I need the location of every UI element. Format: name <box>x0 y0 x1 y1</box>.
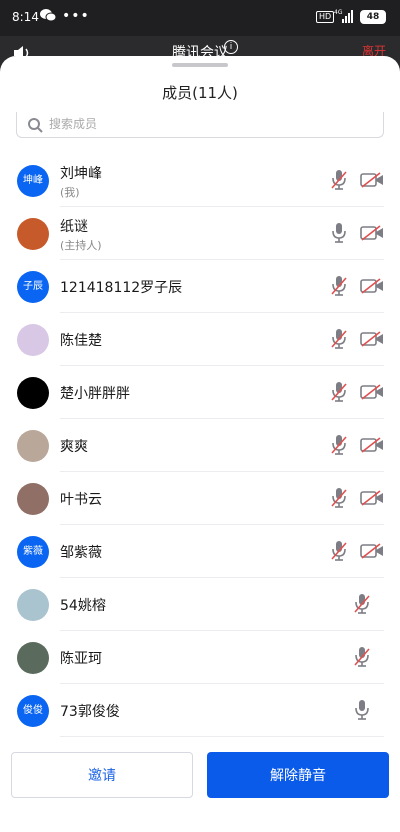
member-row[interactable]: 紫薇 邹紫薇 <box>0 525 400 578</box>
mic-muted-icon[interactable] <box>352 646 372 668</box>
member-row[interactable]: 陈亚珂 <box>0 631 400 684</box>
camera-off-icon[interactable] <box>360 224 384 242</box>
member-row[interactable]: 纸谜 (主持人) <box>0 207 400 260</box>
avatar: 坤峰 <box>17 165 49 197</box>
members-sheet: 成员(11人) 坤峰刘坤峰 (我) 纸谜 (主持人) 子辰 121418112罗子辰陈佳楚… <box>0 56 400 832</box>
member-row[interactable]: 子辰 121418112罗子辰 <box>0 260 400 313</box>
avatar <box>17 324 49 356</box>
member-row[interactable]: 叶书云 <box>0 472 400 525</box>
status-bar: 8:14 ••• HD 4G 48 <box>0 0 400 36</box>
wechat-icon <box>40 9 56 22</box>
hd-badge: HD <box>316 11 335 23</box>
camera-off-icon[interactable] <box>360 542 384 560</box>
avatar: 俊俊 <box>17 695 49 727</box>
mic-muted-icon[interactable] <box>329 381 349 403</box>
avatar <box>17 218 49 250</box>
member-name: 陈佳楚 <box>60 333 102 349</box>
member-name: 爽爽 <box>60 439 88 455</box>
camera-off-icon[interactable] <box>360 171 384 189</box>
avatar: 子辰 <box>17 271 49 303</box>
member-name: 叶书云 <box>60 492 102 508</box>
search-icon <box>28 118 43 133</box>
camera-off-icon[interactable] <box>360 330 384 348</box>
more-notifications-icon: ••• <box>62 8 90 24</box>
member-role: (我) <box>60 186 80 199</box>
mic-muted-icon[interactable] <box>329 275 349 297</box>
avatar <box>17 377 49 409</box>
avatar <box>17 430 49 462</box>
search-input[interactable] <box>49 115 349 133</box>
member-name: 121418112罗子辰 <box>60 280 183 296</box>
member-name: 陈亚珂 <box>60 651 102 667</box>
member-role: (主持人) <box>60 239 102 252</box>
member-name: 纸谜 <box>60 219 88 235</box>
info-icon[interactable]: i <box>224 40 238 54</box>
invite-button[interactable]: 邀请 <box>11 752 193 798</box>
mic-muted-icon[interactable] <box>352 593 372 615</box>
member-row[interactable]: 坤峰 刘坤峰 (我) <box>0 154 400 207</box>
members-title: 成员(11人) <box>162 84 238 102</box>
member-list: 坤峰 刘坤峰 (我) 纸谜 (主持人) 子辰 121418112罗子辰 陈佳楚楚小胖胖胖爽爽叶… <box>0 154 400 737</box>
mic-muted-icon[interactable] <box>329 434 349 456</box>
camera-off-icon[interactable] <box>360 383 384 401</box>
camera-off-icon[interactable] <box>360 277 384 295</box>
member-name: 刘坤峰 <box>60 166 102 182</box>
mic-muted-icon[interactable] <box>329 540 349 562</box>
network-type: 4G <box>334 9 343 16</box>
footer-actions: 邀请 解除静音 <box>0 746 400 832</box>
member-row[interactable]: 楚小胖胖胖 <box>0 366 400 419</box>
mic-muted-icon[interactable] <box>329 328 349 350</box>
member-row[interactable]: 54姚榕 <box>0 578 400 631</box>
member-name: 楚小胖胖胖 <box>60 386 130 402</box>
avatar <box>17 642 49 674</box>
camera-off-icon[interactable] <box>360 436 384 454</box>
member-name: 邹紫薇 <box>60 545 102 561</box>
avatar: 紫薇 <box>17 536 49 568</box>
avatar <box>17 483 49 515</box>
member-name: 73郭俊俊 <box>60 704 120 720</box>
mic-muted-icon[interactable] <box>329 487 349 509</box>
mic-icon[interactable] <box>352 699 372 721</box>
signal-icon: 4G <box>334 9 353 23</box>
status-time: 8:14 <box>12 10 39 24</box>
mic-icon[interactable] <box>329 222 349 244</box>
search-bar[interactable] <box>16 112 384 138</box>
member-row[interactable]: 陈佳楚 <box>0 313 400 366</box>
unmute-all-button[interactable]: 解除静音 <box>207 752 389 798</box>
avatar <box>17 589 49 621</box>
member-name: 54姚榕 <box>60 598 106 614</box>
row-divider <box>60 736 384 737</box>
battery-icon: 48 <box>360 10 386 24</box>
member-row[interactable]: 俊俊 73郭俊俊 <box>0 684 400 737</box>
sheet-grabber[interactable] <box>172 63 228 67</box>
mic-muted-icon[interactable] <box>329 169 349 191</box>
camera-off-icon[interactable] <box>360 489 384 507</box>
member-row[interactable]: 爽爽 <box>0 419 400 472</box>
